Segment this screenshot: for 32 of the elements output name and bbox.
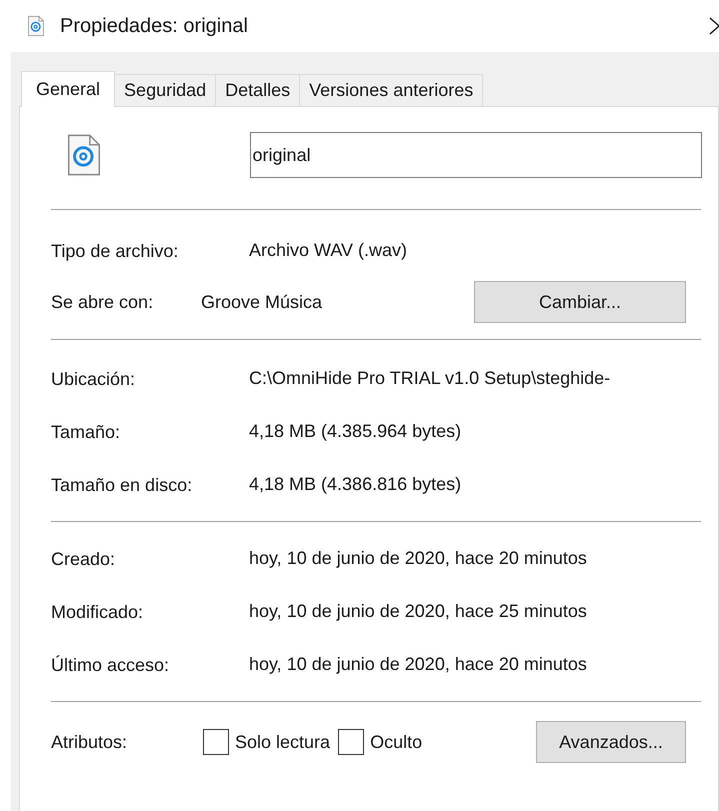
field-value: hoy, 10 de junio de 2020, hace 20 minutos [249, 653, 587, 676]
checkbox[interactable] [203, 729, 229, 755]
checkbox[interactable] [338, 729, 364, 755]
field-label: Último acceso: [51, 654, 170, 676]
audio-file-icon [68, 133, 100, 177]
field-value: hoy, 10 de junio de 2020, hace 25 minutos [249, 600, 587, 623]
audio-file-icon [28, 16, 44, 36]
field-label: Ubicación: [51, 368, 136, 390]
field-label: Creado: [51, 548, 116, 570]
tab[interactable]: General [21, 71, 116, 107]
file-name-field[interactable]: original [250, 132, 702, 178]
field-label: Se abre con: [51, 290, 154, 314]
field-value: 4,18 MB (4.386.816 bytes) [249, 473, 462, 496]
checkbox-label: Oculto [370, 730, 422, 754]
field-label: Tamaño en disco: [51, 474, 194, 496]
field-label: Atributos: [51, 730, 128, 754]
field-value: 4,18 MB (4.385.964 bytes) [249, 420, 462, 443]
field-value: hoy, 10 de junio de 2020, hace 20 minutos [249, 547, 587, 570]
field-label: Tipo de archivo: [51, 240, 180, 262]
tab[interactable]: Seguridad [115, 74, 216, 106]
window-title: Propiedades: original [60, 14, 248, 39]
field-label: Modificado: [51, 600, 144, 622]
change-button[interactable]: Cambiar... [474, 281, 686, 323]
checkbox-label: Solo lectura [235, 730, 330, 754]
close-icon[interactable] [709, 17, 719, 35]
tab[interactable]: Versiones anteriores [300, 74, 484, 106]
field-value: Archivo WAV (.wav) [249, 239, 408, 262]
field-label: Tamaño: [51, 420, 122, 442]
field-value: C:\OmniHide Pro TRIAL v1.0 Setup\steghide- [249, 367, 610, 390]
field-value: Groove Música [201, 290, 322, 314]
advanced-button[interactable]: Avanzados... [536, 721, 686, 763]
tab[interactable]: Detalles [216, 74, 300, 106]
